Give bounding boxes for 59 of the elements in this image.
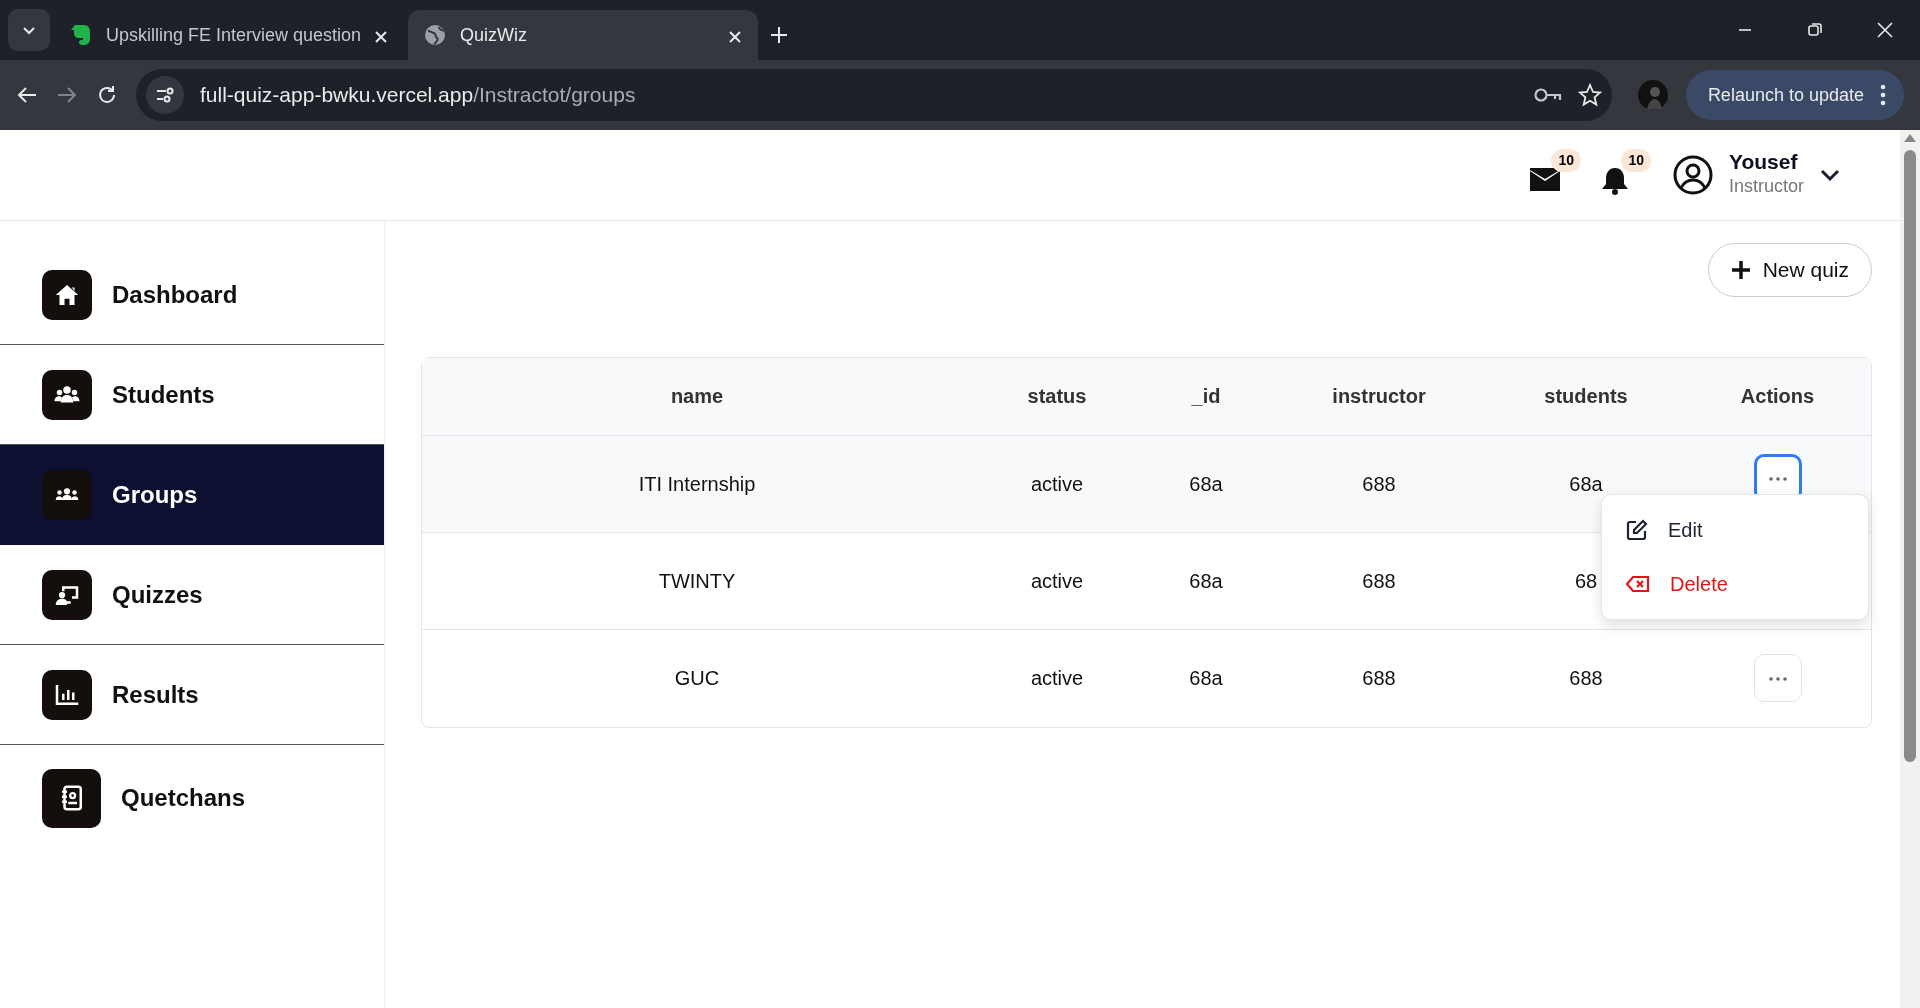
new-quiz-button[interactable]: New quiz bbox=[1707, 243, 1872, 297]
scroll-thumb[interactable] bbox=[1904, 150, 1916, 762]
relaunch-button[interactable]: Relaunch to update bbox=[1685, 70, 1904, 120]
more-icon bbox=[1880, 84, 1886, 106]
column-header: instructor bbox=[1332, 384, 1426, 409]
plus-icon bbox=[770, 26, 788, 44]
star-icon[interactable] bbox=[1577, 83, 1602, 107]
table-cell-text: GUC bbox=[674, 666, 720, 691]
close-icon[interactable] bbox=[1876, 21, 1894, 39]
menu-item[interactable]: Delete bbox=[1602, 556, 1868, 611]
table-cell-text: 688 bbox=[1569, 666, 1603, 691]
tab-title: Upskilling FE Interview question bbox=[106, 23, 360, 47]
more-icon bbox=[1768, 476, 1787, 481]
table-cell-text: active bbox=[1030, 568, 1084, 594]
column-header: Actions bbox=[1740, 384, 1815, 409]
menu-item[interactable]: Edit bbox=[1602, 502, 1868, 557]
browser-tab[interactable]: Upskilling FE Interview question bbox=[54, 10, 404, 60]
table-cell-text: 688 bbox=[1362, 666, 1396, 691]
close-icon bbox=[728, 29, 742, 44]
table-cell-text: TWINTY bbox=[658, 568, 736, 594]
table-cell-text: 68a bbox=[1189, 666, 1223, 691]
address-bar[interactable]: full-quiz-app-bwku.vercel.app/Instractot/groups bbox=[136, 69, 1612, 121]
table-cell-text: active bbox=[1030, 471, 1084, 497]
chevron-down-icon[interactable] bbox=[1820, 168, 1840, 182]
user-role: Instructor bbox=[1728, 175, 1804, 199]
column-header: status bbox=[1027, 384, 1087, 409]
table-cell-text: 68a bbox=[1569, 471, 1603, 497]
edit-icon bbox=[1626, 518, 1648, 541]
table-cell-text: 68 bbox=[1574, 568, 1598, 594]
sidebar-item[interactable]: Groups bbox=[0, 445, 384, 545]
user-name: Yousef bbox=[1728, 149, 1799, 174]
table-cell-text: 688 bbox=[1362, 471, 1396, 497]
profile-avatar[interactable] bbox=[1637, 80, 1668, 110]
more-icon bbox=[1768, 677, 1787, 682]
column-header: _id bbox=[1191, 384, 1221, 409]
backspace-icon bbox=[1626, 574, 1650, 593]
count-badge: 10 bbox=[1621, 149, 1651, 172]
user-avatar-icon[interactable] bbox=[1672, 155, 1713, 195]
table-cell-text: 688 bbox=[1362, 568, 1396, 594]
tab-title: QuizWiz bbox=[460, 23, 528, 47]
url-text: full-quiz-app-bwku.vercel.app/Instractot/groups bbox=[200, 82, 637, 109]
count-badge: 10 bbox=[1551, 149, 1581, 172]
reload-icon[interactable] bbox=[96, 84, 118, 106]
elephant-icon bbox=[70, 23, 92, 47]
table-cell-text: active bbox=[1030, 666, 1084, 691]
globe-icon bbox=[424, 24, 446, 46]
site-settings-icon[interactable] bbox=[155, 85, 175, 105]
table-cell-text: 68a bbox=[1189, 471, 1223, 497]
column-header: name bbox=[670, 384, 724, 409]
table-cell-text: ITI Internship bbox=[638, 471, 756, 497]
scrollbar[interactable] bbox=[1900, 130, 1920, 1008]
scroll-up-icon[interactable] bbox=[1904, 134, 1916, 142]
column-header: students bbox=[1544, 384, 1628, 409]
close-icon bbox=[374, 29, 388, 44]
table-cell-text: 68a bbox=[1189, 568, 1223, 594]
key-icon[interactable] bbox=[1533, 87, 1562, 103]
browser-tab[interactable]: QuizWiz bbox=[408, 10, 758, 60]
restore-icon[interactable] bbox=[1806, 21, 1824, 39]
plus-icon bbox=[1730, 259, 1751, 280]
